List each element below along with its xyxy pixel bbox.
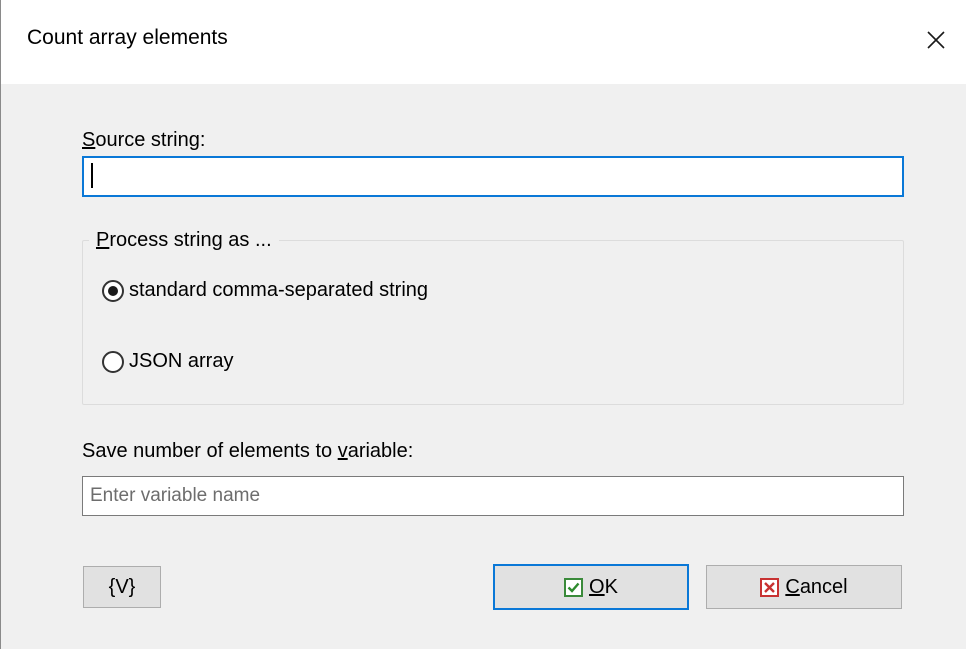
- radio-json-array[interactable]: JSON array: [102, 350, 233, 373]
- radio-standard-comma-separated[interactable]: standard comma-separated string: [102, 279, 428, 302]
- count-array-elements-dialog: Count array elements Source string: Proc…: [0, 0, 966, 649]
- radio-button-selected[interactable]: [102, 279, 124, 302]
- cancel-button[interactable]: Cancel: [706, 565, 902, 609]
- x-mark-icon: [760, 577, 780, 597]
- title-bar: Count array elements: [1, 0, 966, 84]
- save-variable-label: Save number of elements to variable:: [82, 440, 414, 462]
- checkmark-icon: [564, 577, 584, 597]
- cancel-label: Cancel: [785, 575, 848, 598]
- variable-name-input[interactable]: [82, 476, 904, 516]
- ok-button[interactable]: OK: [493, 564, 689, 610]
- radio-label-standard: standard comma-separated string: [129, 279, 429, 301]
- radio-dot: [108, 285, 118, 296]
- close-button[interactable]: [905, 10, 966, 70]
- process-string-legend: Process string as ...: [89, 229, 279, 252]
- text-caret: [91, 163, 93, 188]
- process-string-group: [82, 240, 904, 405]
- source-string-input[interactable]: [82, 156, 904, 197]
- ok-label: OK: [589, 575, 618, 598]
- radio-button-unselected[interactable]: [102, 350, 124, 373]
- radio-label-json: JSON array: [129, 350, 234, 372]
- dialog-title: Count array elements: [27, 26, 228, 49]
- insert-variable-button[interactable]: {V}: [83, 566, 161, 608]
- source-string-label: Source string:: [82, 129, 206, 151]
- close-icon: [927, 31, 945, 49]
- insert-variable-label: {V}: [108, 575, 136, 598]
